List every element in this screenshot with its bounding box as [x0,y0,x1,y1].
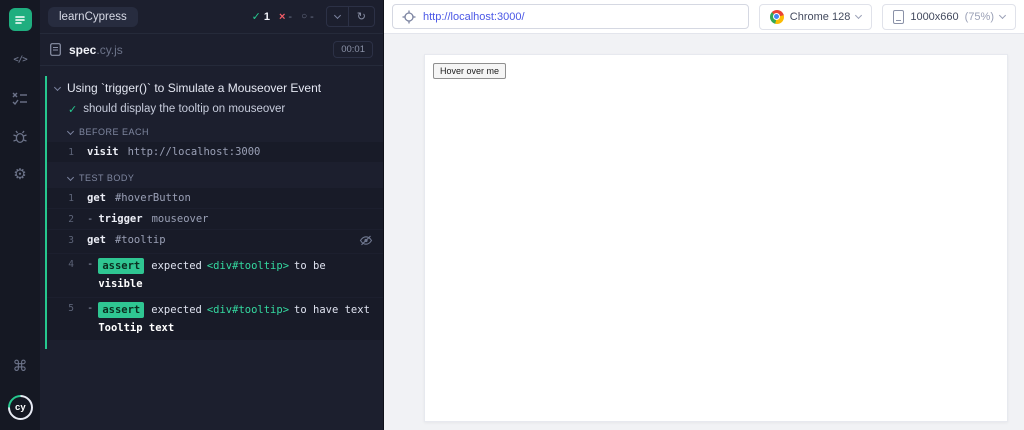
command-row-assert-visible[interactable]: 4 - assert expected <div#tooltip> to be … [47,254,383,297]
spec-duration-badge: 00:01 [333,41,373,58]
url-text: http://localhost:3000/ [423,10,525,23]
document-lines-icon [15,15,25,24]
assert-text: expected [151,303,202,316]
test-title-row[interactable]: ✓ should display the tooltip on mouseove… [47,100,383,123]
chevron-down-icon [855,11,863,20]
browser-selector[interactable]: Chrome 128 [758,3,873,30]
child-command-dash: - [87,213,94,225]
browser-preview-panel: http://localhost:3000/ Chrome 128 1000x6… [384,0,1024,430]
project-name-button[interactable]: learnCypress [48,6,138,27]
test-title: should display the tooltip on mouseover [83,103,286,115]
command-arg: #tooltip [114,234,166,246]
options-chevron-button[interactable] [327,7,348,26]
check-icon: ✓ [251,11,261,23]
chrome-icon [769,9,784,24]
rerun-button[interactable]: ↻ [347,7,374,26]
pending-count: - [310,10,314,23]
chevron-down-icon [53,83,62,91]
reporter-controls: ↻ [325,6,375,27]
pending-circle-icon: ○ [301,11,308,22]
spec-file-icon [50,43,61,56]
refresh-icon: ↻ [356,11,366,23]
command-number: 4 [68,259,74,270]
assert-target: <div#tooltip> [206,303,290,316]
command-log-panel: learnCypress ✓ 1 × - ○ - ↻ spec.cy.js 00… [40,0,384,430]
code-icon[interactable]: </> [10,51,30,69]
assert-target: <div#tooltip> [206,260,290,272]
child-command-dash: - [87,258,94,270]
command-arg: #hoverButton [114,192,191,204]
command-row-assert-text[interactable]: 5 - assert expected <div#tooltip> to hav… [47,297,383,341]
cross-icon: × [278,10,286,23]
chevron-down-icon [66,127,75,135]
reporter-header: learnCypress ✓ 1 × - ○ - ↻ [40,0,383,33]
child-command-dash: - [87,301,94,314]
selector-playground-crosshair-icon[interactable] [402,10,416,24]
command-name: visit [87,146,119,158]
assert-badge: assert [98,258,145,275]
command-row-visit[interactable]: 1 visit http://localhost:3000 [47,142,383,162]
stat-pending: ○ - [301,11,314,23]
assert-badge: assert [98,301,145,318]
passed-count: 1 [263,10,270,23]
hidden-element-eye-icon [359,234,373,249]
command-row-trigger[interactable]: 2 - trigger mouseover [47,209,383,229]
viewport-icon [893,9,905,24]
stat-failed: × - [279,11,292,23]
runs-checklist-icon[interactable] [10,89,30,107]
assert-text: expected [151,260,202,272]
debug-bug-icon[interactable] [10,127,30,145]
viewport-selector[interactable]: 1000x660 (75%) [882,3,1016,30]
spec-extension: .cy.js [96,42,123,57]
command-number: 5 [68,302,74,314]
viewport-zoom: (75%) [964,10,994,23]
command-name: get [87,192,106,204]
reporter-body: Using `trigger()` to Simulate a Mouseove… [40,66,383,430]
chevron-down-icon [998,11,1007,20]
assert-expected-value: Tooltip text [98,321,175,334]
nav-rail: </> ⚙ ⌘ cy [0,0,40,430]
assertion-message: assert expected <div#tooltip> to have te… [98,301,373,337]
command-number: 2 [68,214,74,225]
command-arg: mouseover [151,213,209,225]
spec-name: spec.cy.js [69,42,123,57]
command-name: trigger [98,213,143,225]
command-name: get [87,234,106,246]
chevron-down-icon [333,11,341,20]
preview-header: http://localhost:3000/ Chrome 128 1000x6… [384,0,1024,34]
settings-gear-icon[interactable]: ⚙ [10,165,30,183]
assert-expected-value: visible [98,278,143,291]
assertion-message: assert expected <div#tooltip> to be visi… [98,258,373,293]
keyboard-shortcuts-icon[interactable]: ⌘ [10,357,30,375]
chevron-down-icon [66,173,75,181]
check-icon: ✓ [68,104,78,116]
suite-title: Using `trigger()` to Simulate a Mouseove… [67,81,322,95]
command-row-get[interactable]: 1 get #hoverButton [47,188,383,208]
test-stats: ✓ 1 × - ○ - [251,10,314,24]
cypress-logo[interactable]: cy [2,389,38,426]
failed-count: - [288,10,293,23]
command-number: 3 [68,235,74,246]
url-bar[interactable]: http://localhost:3000/ [392,4,749,29]
before-each-section[interactable]: BEFORE EACH [47,123,383,142]
viewport-size: 1000x660 [910,10,959,23]
specs-icon[interactable] [8,8,32,31]
command-arg: http://localhost:3000 [127,146,261,158]
command-number: 1 [68,193,74,204]
hover-over-me-button[interactable]: Hover over me [433,63,507,79]
aut-container: Hover over me [384,34,1024,430]
test-body-section[interactable]: TEST BODY [47,169,383,188]
stat-passed: ✓ 1 [251,10,270,24]
passed-test-block: Using `trigger()` to Simulate a Mouseove… [45,76,383,350]
command-row-get-tooltip[interactable]: 3 get #tooltip [47,230,383,253]
spec-header[interactable]: spec.cy.js 00:01 [40,33,383,66]
command-number: 1 [68,147,74,158]
suite-title-row[interactable]: Using `trigger()` to Simulate a Mouseove… [47,78,383,100]
assert-text: to have text [294,303,370,316]
browser-label: Chrome 128 [789,10,851,23]
aut-page: Hover over me [424,54,1008,422]
assert-text: to be [294,260,326,272]
